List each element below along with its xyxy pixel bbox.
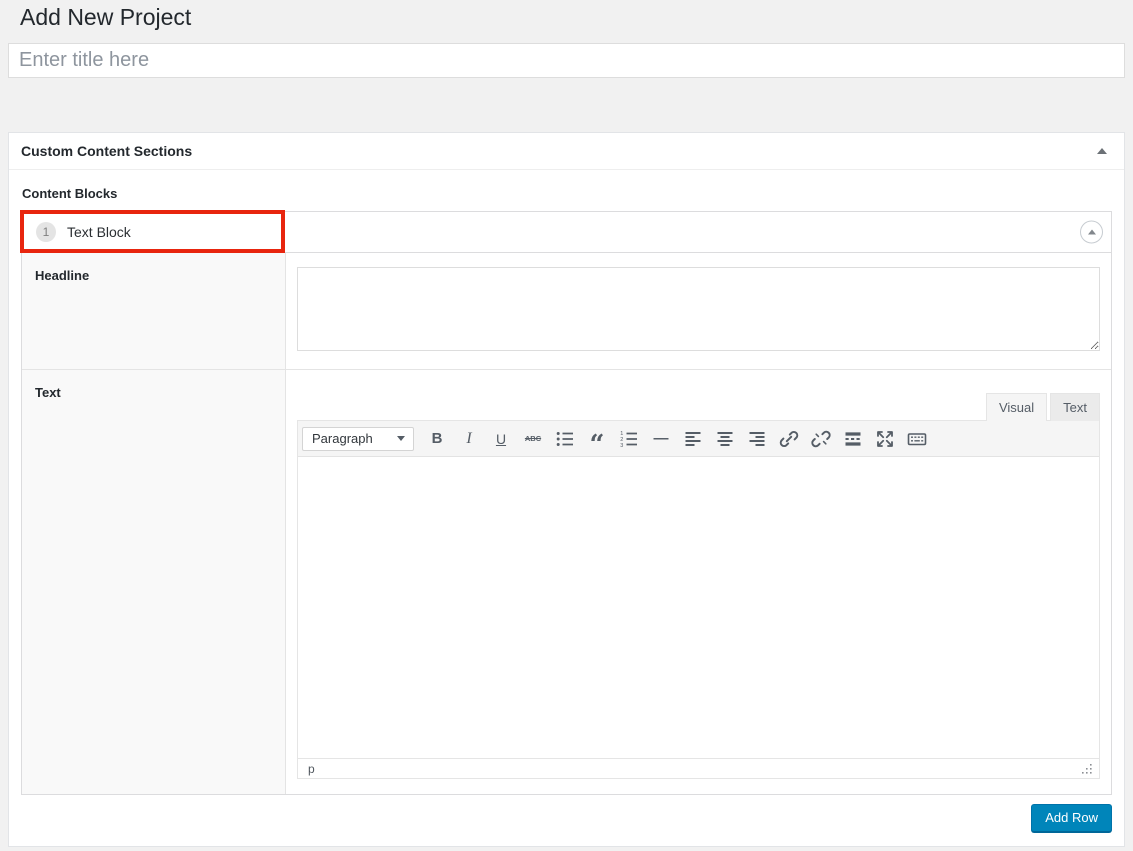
triangle-up-icon: [1088, 230, 1096, 235]
horizontal-rule-button[interactable]: —: [646, 426, 676, 452]
blockquote-button[interactable]: “: [582, 426, 612, 452]
add-new-project-page: Add New Project Custom Content Sections …: [0, 0, 1133, 851]
metabox-collapse-button[interactable]: [1092, 141, 1112, 161]
remove-link-button[interactable]: [806, 426, 836, 452]
fullscreen-icon: [875, 429, 895, 449]
layout-row-header[interactable]: 1 Text Block: [22, 212, 1111, 253]
read-more-icon: [843, 429, 863, 449]
text-field-row: Text Visual Text Paragraph: [22, 369, 1111, 794]
row-collapse-button[interactable]: [1080, 221, 1103, 244]
text-label: Text: [35, 385, 61, 400]
numbered-list-button[interactable]: 123: [614, 426, 644, 452]
align-center-icon: [715, 429, 735, 449]
bulleted-list-icon: [555, 429, 575, 449]
keyboard-icon: [907, 429, 927, 449]
blockquote-icon: “: [590, 428, 605, 450]
bold-icon: B: [432, 430, 443, 447]
headline-label-cell: Headline: [22, 253, 286, 369]
page-title: Add New Project: [0, 0, 1133, 32]
row-order-badge[interactable]: 1: [36, 222, 56, 242]
headline-field-row: Headline: [22, 253, 1111, 369]
editor-statusbar: p: [298, 758, 1099, 778]
flexible-content-footer: Add Row: [21, 804, 1112, 832]
strikethrough-icon: ABC: [525, 434, 541, 443]
underline-button[interactable]: U: [486, 426, 516, 452]
post-title-input[interactable]: [8, 43, 1125, 78]
row-layout-title: Text Block: [67, 224, 131, 240]
italic-button[interactable]: I: [454, 426, 484, 452]
insert-link-button[interactable]: [774, 426, 804, 452]
italic-icon: I: [466, 430, 471, 448]
paragraph-format-select[interactable]: Paragraph: [302, 427, 414, 451]
editor-tabs: Visual Text: [297, 393, 1100, 420]
chevron-down-icon: [397, 436, 405, 441]
annotation-highlight: [20, 210, 285, 253]
metabox-body: Content Blocks 1 Text Block Headline: [9, 170, 1124, 846]
resize-grippy-icon: [1081, 763, 1093, 775]
svg-text:3: 3: [620, 443, 623, 449]
content-blocks-label: Content Blocks: [22, 186, 1112, 201]
align-right-button[interactable]: [742, 426, 772, 452]
metabox-header[interactable]: Custom Content Sections: [9, 133, 1124, 170]
tab-text[interactable]: Text: [1050, 393, 1100, 421]
toolbar-toggle-button[interactable]: [902, 426, 932, 452]
editor-toolbar: Paragraph B I U: [298, 421, 1099, 457]
paragraph-format-label: Paragraph: [312, 431, 373, 446]
horizontal-rule-icon: —: [654, 430, 669, 447]
bold-button[interactable]: B: [422, 426, 452, 452]
align-left-button[interactable]: [678, 426, 708, 452]
align-center-button[interactable]: [710, 426, 740, 452]
read-more-button[interactable]: [838, 426, 868, 452]
align-left-icon: [683, 429, 703, 449]
strikethrough-button[interactable]: ABC: [518, 426, 548, 452]
triangle-up-icon: [1097, 148, 1107, 154]
align-right-icon: [747, 429, 767, 449]
resize-grippy-handle[interactable]: [1081, 763, 1093, 775]
headline-input-cell: [286, 253, 1111, 369]
text-label-cell: Text: [22, 370, 286, 794]
wysiwyg-editor: Paragraph B I U: [297, 420, 1100, 779]
add-row-button[interactable]: Add Row: [1031, 804, 1112, 832]
editor-content-area[interactable]: [298, 457, 1099, 758]
tab-visual[interactable]: Visual: [986, 393, 1047, 421]
text-input-cell: Visual Text Paragraph B: [286, 370, 1111, 794]
link-icon: [779, 429, 799, 449]
custom-content-sections-metabox: Custom Content Sections Content Blocks 1…: [8, 132, 1125, 847]
numbered-list-icon: 123: [619, 429, 639, 449]
flexible-content-table: 1 Text Block Headline: [21, 211, 1112, 795]
metabox-title: Custom Content Sections: [21, 143, 192, 159]
underline-icon: U: [496, 431, 506, 447]
unlink-icon: [811, 429, 831, 449]
bulleted-list-button[interactable]: [550, 426, 580, 452]
headline-label: Headline: [35, 268, 89, 283]
element-path[interactable]: p: [308, 762, 315, 776]
fullscreen-button[interactable]: [870, 426, 900, 452]
title-field-wrap: [8, 43, 1125, 78]
headline-textarea[interactable]: [297, 267, 1100, 351]
